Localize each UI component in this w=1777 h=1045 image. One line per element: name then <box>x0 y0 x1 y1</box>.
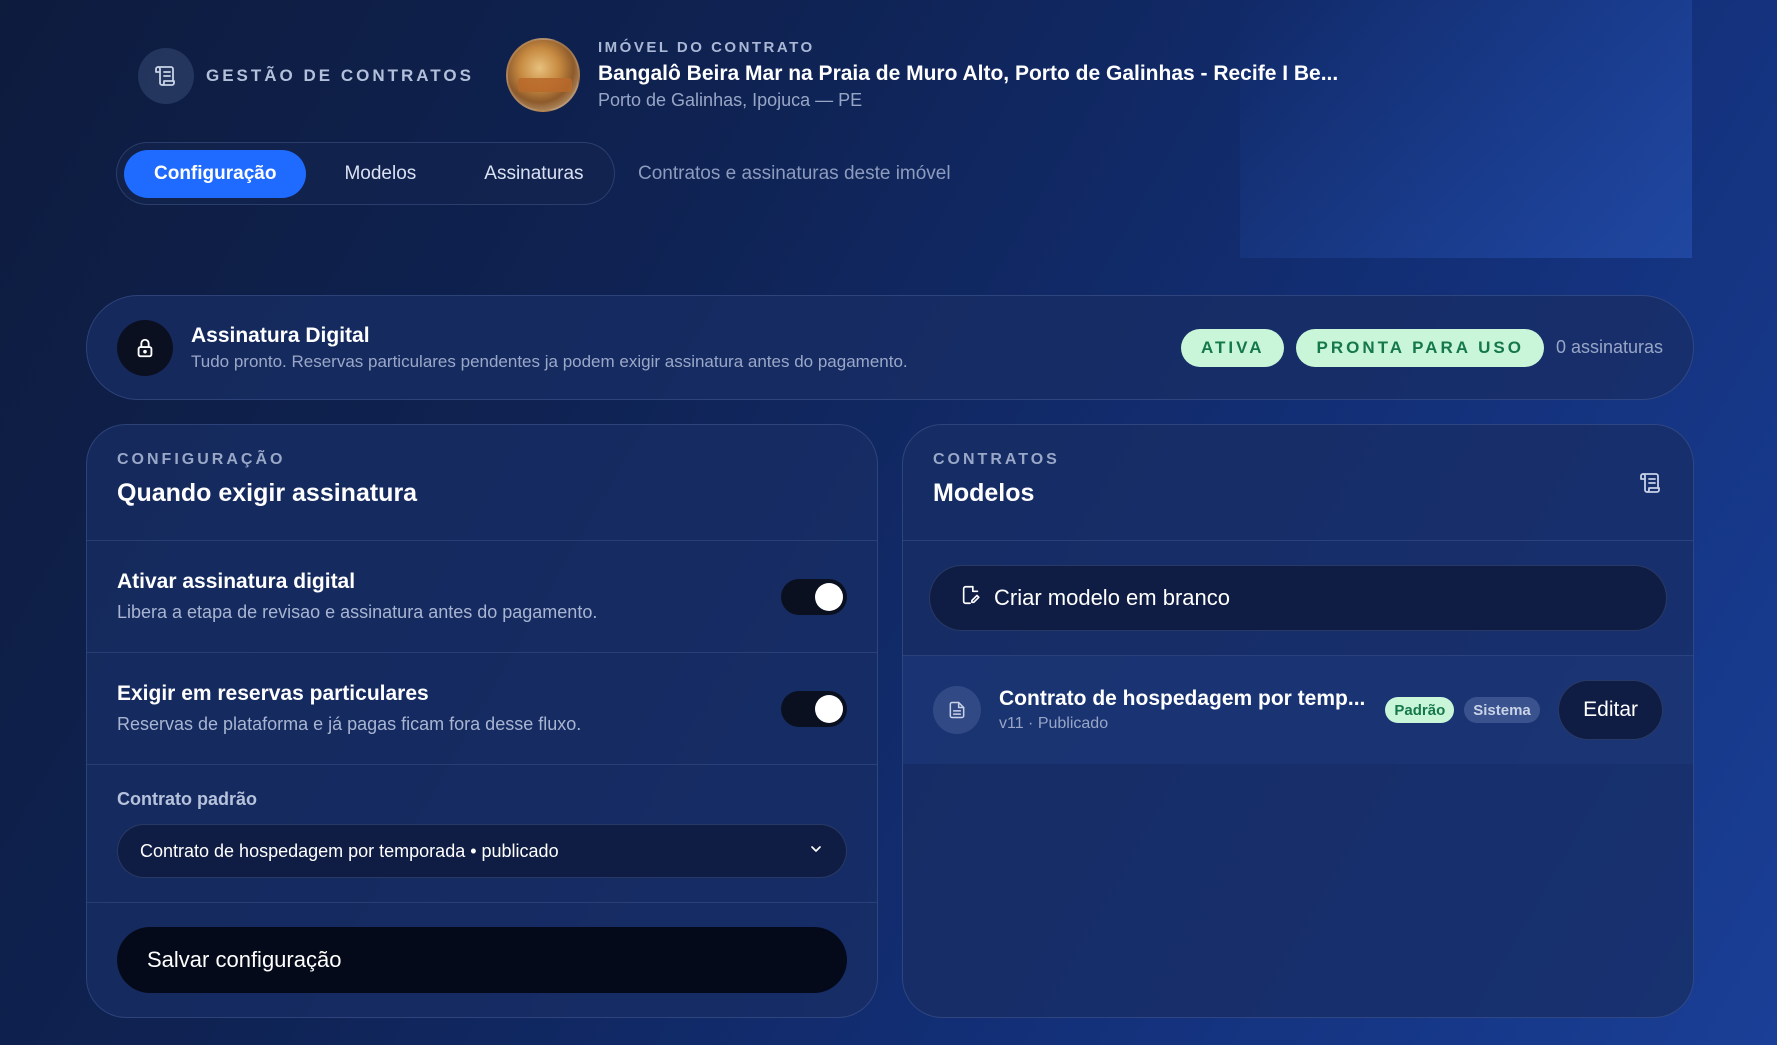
status-description: Tudo pronto. Reservas particulares pende… <box>191 351 908 371</box>
lock-icon <box>117 319 173 376</box>
signature-count: 0 assinaturas <box>1555 337 1663 357</box>
default-badge: Padrão <box>1385 697 1455 723</box>
brand: GESTÃO DE CONTRATOS <box>138 48 474 104</box>
scroll-icon <box>1639 471 1663 500</box>
brand-label: GESTÃO DE CONTRATOS <box>206 66 474 85</box>
property-kicker: IMÓVEL DO CONTRATO <box>598 39 815 56</box>
enable-signature-toggle[interactable] <box>781 578 847 615</box>
setting-enable-signature: Ativar assinatura digital Libera a etapa… <box>87 541 877 653</box>
default-contract-value: Contrato de hospedagem por temporada • p… <box>140 840 559 861</box>
models-kicker: CONTRATOS <box>933 451 1060 468</box>
config-title: Quando exigir assinatura <box>117 479 418 507</box>
setting-private-title: Exigir em reservas particulares <box>117 682 429 705</box>
default-contract-field: Contrato padrão Contrato de hospedagem p… <box>87 765 877 903</box>
model-meta: v11 · Publicado <box>999 715 1109 732</box>
config-panel: CONFIGURAÇÃO Quando exigir assinatura At… <box>86 424 878 1018</box>
default-contract-select[interactable]: Contrato de hospedagem por temporada • p… <box>117 824 847 878</box>
property-thumbnail <box>506 38 580 112</box>
model-title: Contrato de hospedagem por temp... <box>999 687 1366 710</box>
chevron-down-icon <box>808 841 824 862</box>
document-icon <box>933 686 981 734</box>
property-header: IMÓVEL DO CONTRATO Bangalô Beira Mar na … <box>506 38 1338 112</box>
tab-modelos[interactable]: Modelos <box>314 150 446 198</box>
setting-enable-description: Libera a etapa de revisao e assinatura a… <box>117 602 598 622</box>
setting-require-private: Exigir em reservas particulares Reservas… <box>87 653 877 765</box>
models-panel: CONTRATOS Modelos Criar modelo em branco <box>902 424 1694 1018</box>
toggle-knob <box>815 694 843 723</box>
tabs-hint: Contratos e assinaturas deste imóvel <box>638 163 951 184</box>
toggle-knob <box>815 582 843 611</box>
status-badge-ready: PRONTA PARA USO <box>1296 328 1544 367</box>
system-badge: Sistema <box>1464 697 1540 723</box>
config-kicker: CONFIGURAÇÃO <box>117 451 286 468</box>
status-badge-active: ATIVA <box>1181 328 1285 367</box>
edit-model-button[interactable]: Editar <box>1558 680 1663 740</box>
tab-configuracao[interactable]: Configuração <box>124 149 307 198</box>
setting-enable-title: Ativar assinatura digital <box>117 570 356 593</box>
property-location: Porto de Galinhas, Ipojuca — PE <box>598 90 863 110</box>
save-config-button[interactable]: Salvar configuração <box>117 927 847 993</box>
model-list-item: Contrato de hospedagem por temp... v11 ·… <box>903 656 1693 764</box>
create-blank-model-label: Criar modelo em branco <box>994 585 1230 610</box>
property-title: Bangalô Beira Mar na Praia de Muro Alto,… <box>598 62 1339 85</box>
default-contract-label: Contrato padrão <box>117 789 258 809</box>
status-title: Assinatura Digital <box>191 323 370 347</box>
edit-document-icon <box>960 584 982 612</box>
create-blank-model-button[interactable]: Criar modelo em branco <box>929 565 1667 631</box>
digital-signature-status-card: Assinatura Digital Tudo pronto. Reservas… <box>86 295 1694 400</box>
models-title: Modelos <box>933 479 1035 507</box>
require-private-toggle[interactable] <box>781 690 847 727</box>
tab-assinaturas[interactable]: Assinaturas <box>454 150 613 198</box>
setting-private-description: Reservas de plataforma e já pagas ficam … <box>117 714 582 734</box>
scroll-icon <box>138 48 194 104</box>
tab-bar: Configuração Modelos Assinaturas <box>116 142 615 205</box>
